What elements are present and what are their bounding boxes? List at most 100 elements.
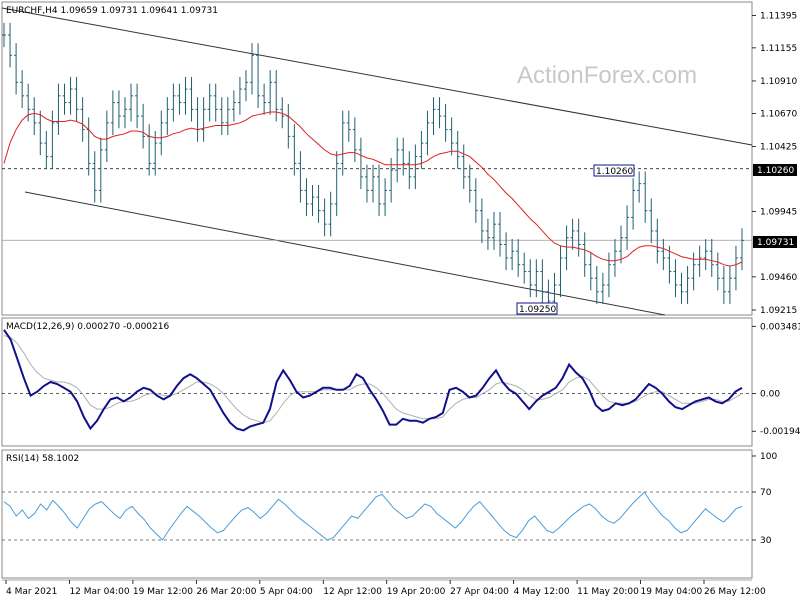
price-bar (461, 144, 466, 190)
price-bar (292, 124, 297, 176)
price-bar (534, 259, 539, 298)
price-bar (358, 137, 363, 190)
price-bar (310, 184, 315, 217)
price-bar (643, 171, 648, 223)
price-bar (243, 70, 248, 102)
price-bar (401, 137, 406, 176)
price-bar (104, 110, 109, 163)
price-y-tick: 1.10910 (760, 77, 797, 87)
price-bar (177, 83, 182, 115)
price-bar (159, 110, 164, 156)
current-price-tag: 1.09731 (757, 238, 794, 248)
price-bar (485, 218, 490, 250)
price-bar (322, 198, 327, 237)
x-tick-label: 12 Apr 12:00 (323, 587, 382, 597)
x-tick-label: 26 Mar 20:00 (196, 587, 256, 597)
price-bar (80, 97, 85, 142)
price-bar (504, 232, 509, 271)
price-y-tick: 1.09945 (760, 207, 797, 217)
macd-main-line (3, 329, 743, 432)
price-bar (709, 239, 714, 277)
price-bar (413, 144, 418, 190)
price-bar (225, 97, 230, 136)
low-annotation: 1.09250 (519, 305, 556, 315)
price-bar (304, 178, 309, 217)
macd-layer (2, 329, 752, 432)
price-bar (86, 117, 91, 176)
price-bar (328, 191, 333, 237)
price-bar (250, 43, 255, 95)
rsi-y-tick: 30 (760, 536, 772, 546)
price-bar (189, 76, 194, 122)
price-bar (316, 184, 321, 223)
x-tick-label: 4 Mar 2021 (6, 587, 57, 597)
price-bar (594, 266, 599, 304)
price-bar (237, 76, 242, 115)
price-bar (655, 218, 660, 264)
price-bar (171, 83, 176, 122)
price-bar (491, 212, 496, 250)
price-bar (510, 239, 515, 271)
price-bar (564, 225, 569, 271)
price-bar (576, 218, 581, 257)
price-bar (340, 110, 345, 176)
price-y-tick: 1.11395 (760, 11, 797, 21)
price-bar (570, 218, 575, 250)
price-bar (183, 76, 188, 115)
price-bar (582, 232, 587, 277)
rsi-y-tick: 100 (760, 452, 777, 462)
price-bar (207, 83, 212, 122)
chart-canvas: ActionForex.com 1.113951.111551.109101.1… (1, 1, 800, 597)
price-bar (479, 198, 484, 244)
price-bar (455, 130, 460, 169)
price-bar (498, 212, 503, 257)
price-bar (116, 90, 121, 129)
price-bar (268, 70, 273, 115)
x-tick-label: 19 Mar 12:00 (133, 587, 193, 597)
price-bar (407, 151, 412, 190)
x-tick-label: 19 Apr 20:00 (387, 587, 446, 597)
price-bar (425, 110, 430, 156)
price-bar (631, 178, 636, 230)
price-bar (715, 252, 720, 291)
price-bar (443, 103, 448, 142)
price-bar (201, 97, 206, 142)
price-bar (606, 252, 611, 298)
x-tick-label: 26 May 12:00 (704, 587, 766, 597)
price-bar (437, 97, 442, 129)
price-bar (50, 110, 55, 169)
price-bar (588, 252, 593, 291)
rsi-y-tick: 70 (760, 488, 772, 498)
rsi-line (3, 491, 743, 541)
price-bar (298, 151, 303, 203)
price-bar (703, 239, 708, 271)
price-panel-frame (1, 1, 753, 316)
ohlc-values: 1.09659 1.09731 1.09641 1.09731 (61, 6, 218, 16)
watermark: ActionForex.com (517, 62, 697, 89)
price-bar (558, 245, 563, 298)
price-bar (74, 76, 79, 122)
x-tick-label: 19 May 04:00 (641, 587, 703, 597)
price-bar (721, 266, 726, 304)
price-bar (334, 151, 339, 217)
price-bar (213, 83, 218, 122)
price-bar (364, 164, 369, 203)
price-bar (395, 137, 400, 183)
price-bar (661, 239, 666, 271)
price-bar (56, 83, 61, 136)
x-tick-label: 27 Apr 04:00 (450, 587, 509, 597)
price-bar (32, 97, 37, 136)
price-bar (2, 22, 6, 48)
axis-layer: 1.11395 1.11155 1.10910 1.10670 1.10425 1.099… (2, 11, 800, 597)
price-bar (62, 83, 67, 115)
price-bar (231, 90, 236, 122)
price-bar (637, 171, 642, 203)
price-bar (38, 110, 43, 156)
price-bar (377, 164, 382, 217)
price-bar (528, 259, 533, 298)
macd-y-tick: -0.001944 (760, 427, 800, 437)
macd-panel-frame (1, 317, 753, 447)
chart-window: ActionForex.com 1.11395 1.11155 1.10910 1.1… (0, 0, 800, 600)
x-tick-label: 4 May 12:00 (514, 587, 570, 597)
x-tick-label: 12 Mar 04:00 (69, 587, 129, 597)
